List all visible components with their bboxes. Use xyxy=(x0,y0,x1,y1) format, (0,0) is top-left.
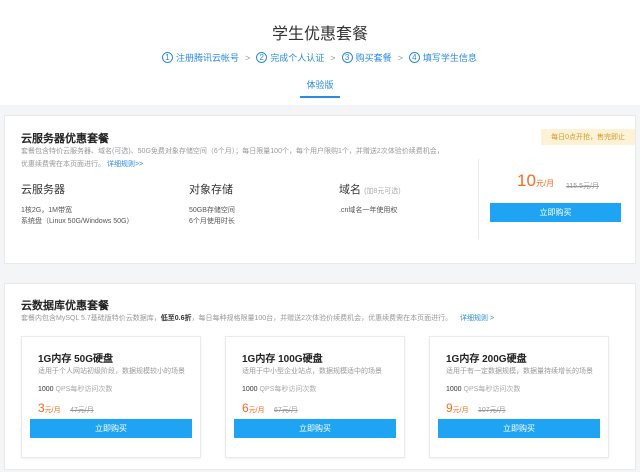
page-header: 学生优惠套餐 1 注册腾讯云帐号 > 2 完成个人认证 > 3 购买套餐 > 4 填写学… xyxy=(0,0,640,105)
step-separator: > xyxy=(245,52,251,63)
divider xyxy=(478,159,479,239)
product-desc: 50GB存储空间 6个月使用时长 xyxy=(189,205,235,227)
plan-price: 3元/月 xyxy=(38,401,61,415)
server-package-card: 云服务器优惠套餐 套餐包含特价云服务器、域名(可选)、50G免费对象存储空间（6… xyxy=(4,115,636,264)
plan-desc: 适用于个人网站初级阶段，数据规模较小的场景 xyxy=(38,368,185,375)
product-desc-line: 1核2G，1M带宽 xyxy=(21,207,72,214)
step-label-3: 购买套餐 xyxy=(355,53,392,63)
db-package-card: 云数据库优惠套餐 套餐内包含MySQL 5.7基础版特价云数据库，低至0.6折，… xyxy=(4,283,636,470)
page-title: 学生优惠套餐 xyxy=(271,26,368,43)
plan-name: 1G内存 100G硬盘 xyxy=(242,354,323,365)
plan-desc: 适用于中小型企业站点，数据规模适中的场景 xyxy=(242,368,382,375)
step-label-1: 注册腾讯云帐号 xyxy=(176,53,240,63)
plan-price: 6元/月 xyxy=(242,401,265,415)
plan-price: 9元/月 xyxy=(446,401,469,415)
plan-qps: 1000 QPS每秒访问次数 xyxy=(446,384,520,394)
product-desc: .cn域名一年使用权 xyxy=(339,205,401,216)
product-desc-line: 50GB存储空间 xyxy=(189,207,235,214)
product-note: (加8元可选) xyxy=(364,188,401,195)
plan-old-price: 67元/月 xyxy=(274,407,298,414)
server-price: 10元/月 xyxy=(517,171,554,191)
db-plan-card: 1G内存 50G硬盘 适用于个人网站初级阶段，数据规模较小的场景 1000 QP… xyxy=(21,336,201,458)
product-cvm: 云服务器 1核2G，1M带宽 系统盘（Linux 50G/Windows 50G… xyxy=(21,181,133,227)
server-buy-button[interactable]: 立即购买 xyxy=(490,203,621,222)
db-plan-card: 1G内存 100G硬盘 适用于中小型企业站点，数据规模适中的场景 1000 QP… xyxy=(225,336,405,458)
step-2[interactable]: 2 完成个人认证 xyxy=(256,51,324,64)
product-desc: 1核2G，1M带宽 系统盘（Linux 50G/Windows 50G） xyxy=(21,205,133,227)
qps-label: QPS每秒访问次数 xyxy=(463,386,521,393)
product-name: 域名 (加8元可选) xyxy=(339,181,401,197)
product-name-text: 域名 xyxy=(339,184,361,196)
step-3[interactable]: 3 购买套餐 xyxy=(341,51,392,64)
server-old-price: 115.5元/月 xyxy=(566,183,599,190)
server-details-link[interactable]: 详细规则>> xyxy=(107,161,143,168)
plan-name: 1G内存 200G硬盘 xyxy=(446,354,527,365)
server-desc-line2: 优惠续费需在本页面进行。 xyxy=(21,161,105,168)
qps-value: 1000 xyxy=(242,386,258,393)
plan-qps: 1000 QPS每秒访问次数 xyxy=(38,384,112,394)
step-separator: > xyxy=(330,52,336,63)
step-number-1: 1 xyxy=(162,52,173,63)
db-desc-text: 套餐内包含MySQL 5.7基础版特价云数据库， xyxy=(21,315,161,322)
price-value: 6 xyxy=(242,401,249,415)
qps-value: 1000 xyxy=(38,386,54,393)
flash-sale-badge: 每日0点开抢，售完即止 xyxy=(541,129,635,145)
qps-label: QPS每秒访问次数 xyxy=(259,386,317,393)
qps-value: 1000 xyxy=(446,386,462,393)
plan-buy-button[interactable]: 立即购买 xyxy=(438,419,600,438)
step-separator: > xyxy=(397,52,403,63)
db-plan-card: 1G内存 200G硬盘 适用于有一定数据规模，数据量持续增长的场景 1000 Q… xyxy=(429,336,609,458)
step-1[interactable]: 1 注册腾讯云帐号 xyxy=(162,51,239,64)
product-desc-line: 6个月使用时长 xyxy=(189,218,235,225)
server-desc-line1: 套餐包含特价云服务器、域名(可选)、50G免费对象存储空间（6个月）；每日限量1… xyxy=(21,148,444,155)
plan-name: 1G内存 50G硬盘 xyxy=(38,354,114,365)
price-value: 3 xyxy=(38,401,45,415)
step-number-3: 3 xyxy=(341,52,353,63)
price-unit: 元/月 xyxy=(535,179,555,188)
plan-old-price: 47元/月 xyxy=(70,407,94,414)
product-cos: 对象存储 50GB存储空间 6个月使用时长 xyxy=(189,181,235,227)
server-package-desc: 套餐包含特价云服务器、域名(可选)、50G免费对象存储空间（6个月）；每日限量1… xyxy=(21,145,491,171)
steps-bar: 1 注册腾讯云帐号 > 2 完成个人认证 > 3 购买套餐 > 4 填写学生信息 xyxy=(162,51,477,64)
db-desc-highlight: 低至0.6折 xyxy=(160,315,192,322)
price-value: 10 xyxy=(517,171,536,190)
price-value: 9 xyxy=(446,401,453,415)
step-label-4: 填写学生信息 xyxy=(422,53,477,63)
price-unit: 元/月 xyxy=(248,407,265,414)
step-label-2: 完成个人认证 xyxy=(270,53,325,63)
db-package-title: 云数据库优惠套餐 xyxy=(21,300,109,312)
product-name: 对象存储 xyxy=(189,184,233,196)
product-domain: 域名 (加8元可选) .cn域名一年使用权 xyxy=(339,181,401,216)
plan-desc: 适用于有一定数据规模，数据量持续增长的场景 xyxy=(446,368,593,375)
step-4[interactable]: 4 填写学生信息 xyxy=(408,51,477,64)
db-details-link[interactable]: 详细规则 > xyxy=(460,315,494,322)
step-number-2: 2 xyxy=(256,52,268,63)
product-desc-line: .cn域名一年使用权 xyxy=(339,207,398,214)
tab-trial[interactable]: 体验版 xyxy=(300,78,340,98)
plan-qps: 1000 QPS每秒访问次数 xyxy=(242,384,316,394)
plan-buy-button[interactable]: 立即购买 xyxy=(30,419,192,438)
server-package-title: 云服务器优惠套餐 xyxy=(21,133,109,145)
plan-old-price: 107元/月 xyxy=(478,407,506,414)
db-package-desc: 套餐内包含MySQL 5.7基础版特价云数据库，低至0.6折，每日每种规格限量1… xyxy=(21,312,631,325)
db-desc-text: ，每日每种规格限量100台，并赠送2次体验价续费机会，优惠续费需在本页面进行。 xyxy=(191,315,453,322)
product-name: 云服务器 xyxy=(21,184,65,196)
step-number-4: 4 xyxy=(408,52,420,63)
price-unit: 元/月 xyxy=(44,407,61,414)
plan-buy-button[interactable]: 立即购买 xyxy=(234,419,396,438)
price-unit: 元/月 xyxy=(452,407,469,414)
qps-label: QPS每秒访问次数 xyxy=(55,386,113,393)
product-desc-line: 系统盘（Linux 50G/Windows 50G） xyxy=(21,218,134,225)
